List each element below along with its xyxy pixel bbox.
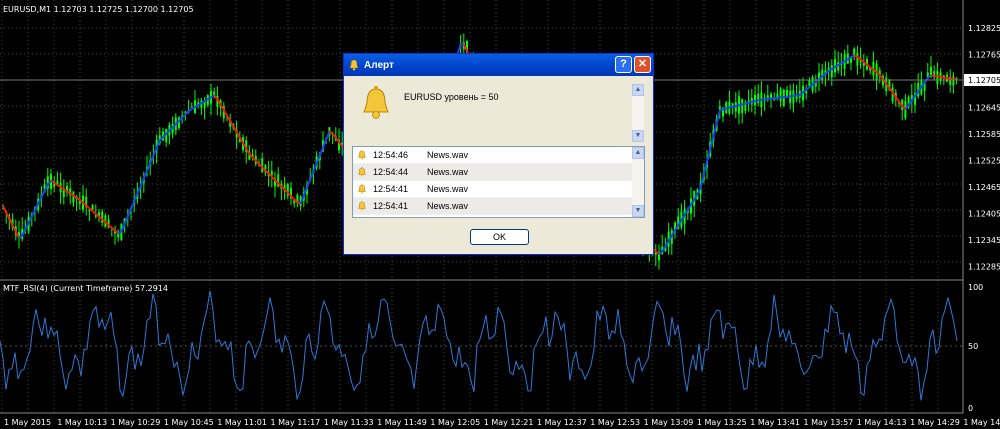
help-button[interactable]: ? bbox=[615, 56, 632, 73]
scroll-up-icon[interactable]: ▲ bbox=[632, 84, 644, 96]
time-tick-label: 1 May 13:09 bbox=[644, 418, 694, 427]
bell-icon bbox=[358, 167, 366, 177]
message-scrollbar[interactable]: ▲ ▼ bbox=[632, 84, 644, 142]
dialog-title-bar[interactable]: Алерт bbox=[344, 54, 653, 76]
rsi-tick-0: 0 bbox=[968, 404, 973, 413]
rsi-tick-100: 100 bbox=[968, 283, 983, 292]
alert-message: EURUSD уровень = 50 bbox=[404, 92, 499, 102]
current-price-text: 1.12705 bbox=[968, 76, 1000, 85]
row-file: News.wav bbox=[427, 167, 469, 177]
scroll-down-icon[interactable]: ▼ bbox=[632, 130, 644, 142]
time-tick-label: 1 May 12:05 bbox=[430, 418, 480, 427]
price-tick-label: 1.12405 bbox=[968, 210, 1000, 219]
time-tick-label: 1 May 11:49 bbox=[377, 418, 427, 427]
price-tick-label: 1.12525 bbox=[968, 157, 1000, 166]
price-tick-label: 1.12765 bbox=[968, 51, 1000, 60]
table-row[interactable]: 12:54:41 News.wav bbox=[353, 181, 644, 198]
rsi-tick-50: 50 bbox=[968, 342, 978, 351]
ok-button[interactable]: OK bbox=[470, 229, 529, 245]
main-chart-label: EURUSD,M1 1.12703 1.12725 1.12700 1.1270… bbox=[3, 5, 194, 14]
time-tick-label: 1 May 14:45 bbox=[963, 418, 1000, 427]
indicator-label: MTF_RSI(4) (Current Timeframe) 57.2914 bbox=[3, 284, 168, 293]
list-scrollbar[interactable]: ▲ ▼ bbox=[632, 147, 644, 217]
time-tick-label: 1 May 12:53 bbox=[590, 418, 640, 427]
dialog-title: Алерт bbox=[364, 59, 394, 71]
time-tick-label: 1 May 12:37 bbox=[537, 418, 587, 427]
alert-dialog[interactable]: Алерт ? ✕ EURUSD уровень = 50 ▲ ▼ 12:54:… bbox=[343, 53, 654, 255]
price-tick-label: 1.12345 bbox=[968, 236, 1000, 245]
time-tick-label: 1 May 14:29 bbox=[910, 418, 960, 427]
time-tick-label: 1 May 10:13 bbox=[57, 418, 107, 427]
bell-icon bbox=[358, 150, 366, 160]
row-time: 12:54:46 bbox=[373, 150, 409, 160]
time-tick-label: 1 May 13:57 bbox=[804, 418, 854, 427]
close-button[interactable]: ✕ bbox=[634, 56, 651, 73]
time-tick-label: 1 May 13:41 bbox=[750, 418, 800, 427]
message-area: EURUSD уровень = 50 ▲ ▼ bbox=[352, 84, 644, 142]
price-tick-label: 1.12825 bbox=[968, 24, 1000, 33]
time-tick-label: 1 May 11:17 bbox=[271, 418, 321, 427]
time-tick-label: 1 May 14:13 bbox=[857, 418, 907, 427]
price-tick-label: 1.12465 bbox=[968, 183, 1000, 192]
time-tick-label: 1 May 2015 bbox=[4, 418, 51, 427]
table-row[interactable]: 12:54:41 News.wav bbox=[353, 198, 644, 215]
time-tick-label: 1 May 11:01 bbox=[217, 418, 267, 427]
row-time: 12:54:44 bbox=[373, 167, 409, 177]
table-row[interactable]: 12:54:44 News.wav bbox=[353, 164, 644, 181]
alert-list[interactable]: 12:54:46 News.wav 12:54:44 News.wav 12:54:41… bbox=[352, 146, 645, 218]
price-tick-label: 1.12585 bbox=[968, 130, 1000, 139]
time-tick-label: 1 May 10:29 bbox=[111, 418, 161, 427]
row-file: News.wav bbox=[427, 150, 469, 160]
bell-icon bbox=[349, 59, 359, 71]
row-file: News.wav bbox=[427, 201, 469, 211]
time-tick-label: 1 May 13:25 bbox=[697, 418, 747, 427]
time-tick-label: 1 May 11:33 bbox=[324, 418, 374, 427]
bell-icon bbox=[363, 86, 389, 119]
row-time: 12:54:41 bbox=[373, 201, 409, 211]
bell-icon bbox=[358, 201, 366, 211]
row-file: News.wav bbox=[427, 184, 469, 194]
time-tick-label: 1 May 12:21 bbox=[484, 418, 534, 427]
price-tick-label: 1.12285 bbox=[968, 263, 1000, 272]
time-tick-label: 1 May 10:45 bbox=[164, 418, 214, 427]
table-row[interactable]: 12:54:46 News.wav bbox=[353, 147, 644, 164]
scroll-up-icon[interactable]: ▲ bbox=[632, 147, 644, 159]
bell-icon bbox=[358, 184, 366, 194]
time-axis: 1 May 2015 1 May 10:13 1 May 10:29 1 May 10… bbox=[4, 418, 1000, 427]
row-time: 12:54:41 bbox=[373, 184, 409, 194]
price-tick-label: 1.12645 bbox=[968, 104, 1000, 113]
scroll-down-icon[interactable]: ▼ bbox=[632, 205, 644, 217]
